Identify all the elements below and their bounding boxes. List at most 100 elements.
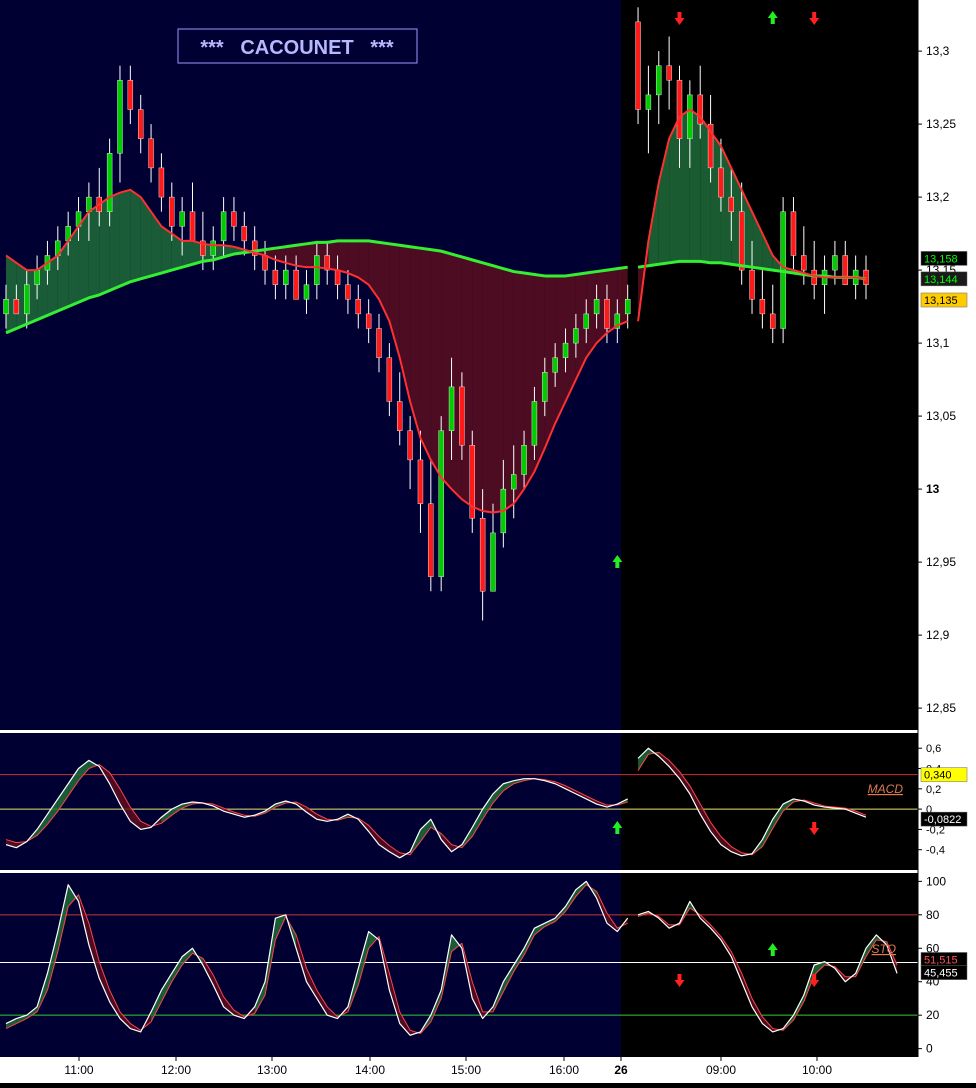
y-tick-label: 100 (926, 874, 946, 888)
ma-fill-band (6, 255, 17, 333)
candle-down (770, 313, 776, 329)
candle-down (127, 80, 134, 110)
y-tick-label: 13,25 (926, 117, 956, 131)
day2-panel-bg (621, 0, 918, 730)
value-badge-text: 0,340 (924, 770, 952, 782)
y-tick-label: 13,3 (926, 44, 950, 58)
y-tick-label: 12,85 (926, 701, 956, 715)
y-tick-label: 12,9 (926, 628, 950, 642)
candle-up (314, 255, 320, 285)
candle-down (169, 196, 175, 227)
candle-down (355, 299, 361, 315)
candle-down (790, 211, 797, 256)
candle-up (24, 284, 30, 315)
macd-label: MACD (868, 782, 904, 796)
candle-up (3, 299, 9, 315)
x-tick-label: 12:00 (161, 1063, 191, 1077)
panel-separator (0, 870, 976, 873)
value-badge-text: 13,144 (924, 274, 958, 286)
y-tick-label: 13,2 (926, 190, 950, 204)
sto-label: STO (872, 942, 896, 956)
sto-value-badge: 45,455 (920, 965, 968, 980)
candle-up (656, 65, 662, 96)
candle-down (759, 299, 766, 315)
candle-up (645, 94, 652, 110)
candle-down (13, 299, 20, 315)
x-tick-label: 11:00 (64, 1063, 93, 1077)
candle-up (583, 313, 589, 329)
ma-fill-band (130, 189, 141, 282)
y-tick-label: 20 (926, 1008, 940, 1022)
x-tick-label: 26 (614, 1063, 628, 1077)
candle-up (283, 269, 289, 285)
candle-down (479, 518, 486, 592)
candle-down (676, 80, 683, 139)
candle-up (117, 80, 123, 154)
macd-value-badge: -0,0822 (920, 811, 968, 827)
chart-title: *** CACOUNET *** (200, 37, 394, 59)
candle-down (718, 167, 724, 198)
candle-down (738, 211, 745, 271)
candle-up (448, 386, 455, 431)
y-tick-label: 0,2 (926, 784, 941, 796)
x-tick-label: 10:00 (802, 1063, 832, 1077)
candle-down (189, 211, 196, 242)
candle-up (179, 211, 185, 227)
macd-value-badge: 0,340 (920, 767, 968, 782)
candle-down (158, 167, 165, 198)
y-axis-bg (918, 0, 976, 730)
candle-down (293, 269, 299, 300)
candle-down (365, 313, 372, 329)
candle-up (34, 269, 40, 285)
ma-fill-band (482, 262, 493, 513)
candle-down (345, 284, 351, 300)
last-value-badge: 13,158 (920, 251, 968, 266)
candle-up (521, 445, 527, 475)
ma-fill-band (88, 204, 100, 298)
ma-fill-band (492, 265, 504, 513)
candle-down (272, 269, 279, 285)
y-tick-label: 0,6 (926, 743, 941, 755)
candle-down (728, 196, 735, 212)
candle-down (842, 255, 848, 285)
day1-panel-bg (0, 873, 621, 1057)
y-tick-label: 0 (926, 1042, 933, 1056)
trading-chart: MACD STO 13,313,2513,213,1513,113,051312… (0, 0, 976, 1083)
candle-up (438, 430, 444, 577)
day2-panel-bg (621, 733, 918, 870)
day1-panel-bg (0, 733, 621, 870)
y-tick-label: 80 (926, 908, 940, 922)
candle-up (552, 357, 558, 373)
sto-value-badge: 51,515 (920, 952, 968, 967)
candle-down (241, 226, 248, 242)
x-tick-label: 14:00 (355, 1063, 385, 1077)
candle-down (262, 255, 268, 271)
candle-up (220, 211, 227, 242)
y-tick-label: 12,95 (926, 555, 956, 569)
ma-fill-band (337, 240, 348, 274)
candle-up (531, 401, 538, 446)
candle-down (801, 255, 807, 271)
candle-down (666, 65, 672, 81)
y-tick-label: 13,1 (926, 336, 950, 350)
candle-up (687, 94, 693, 139)
candle-up (106, 153, 113, 212)
ma-fill-band (347, 240, 359, 278)
last-value-badge: 13,135 (920, 292, 968, 308)
candle-down (635, 21, 641, 110)
candle-down (397, 401, 403, 431)
candle-up (210, 240, 216, 256)
candle-up (511, 474, 517, 490)
candle-down (231, 211, 237, 227)
panel-separator (0, 730, 976, 733)
last-value-badge: 13,144 (920, 271, 968, 287)
y-tick-label: 13,05 (926, 409, 956, 423)
candle-up (490, 532, 496, 592)
ma-fill-band (451, 254, 462, 500)
y-tick-label: 13 (926, 482, 940, 496)
candle-down (407, 430, 413, 461)
candle-down (376, 328, 382, 358)
candle-down (334, 269, 341, 285)
ma-fill-band (296, 243, 307, 268)
value-badge-text: -0,0822 (924, 814, 961, 826)
